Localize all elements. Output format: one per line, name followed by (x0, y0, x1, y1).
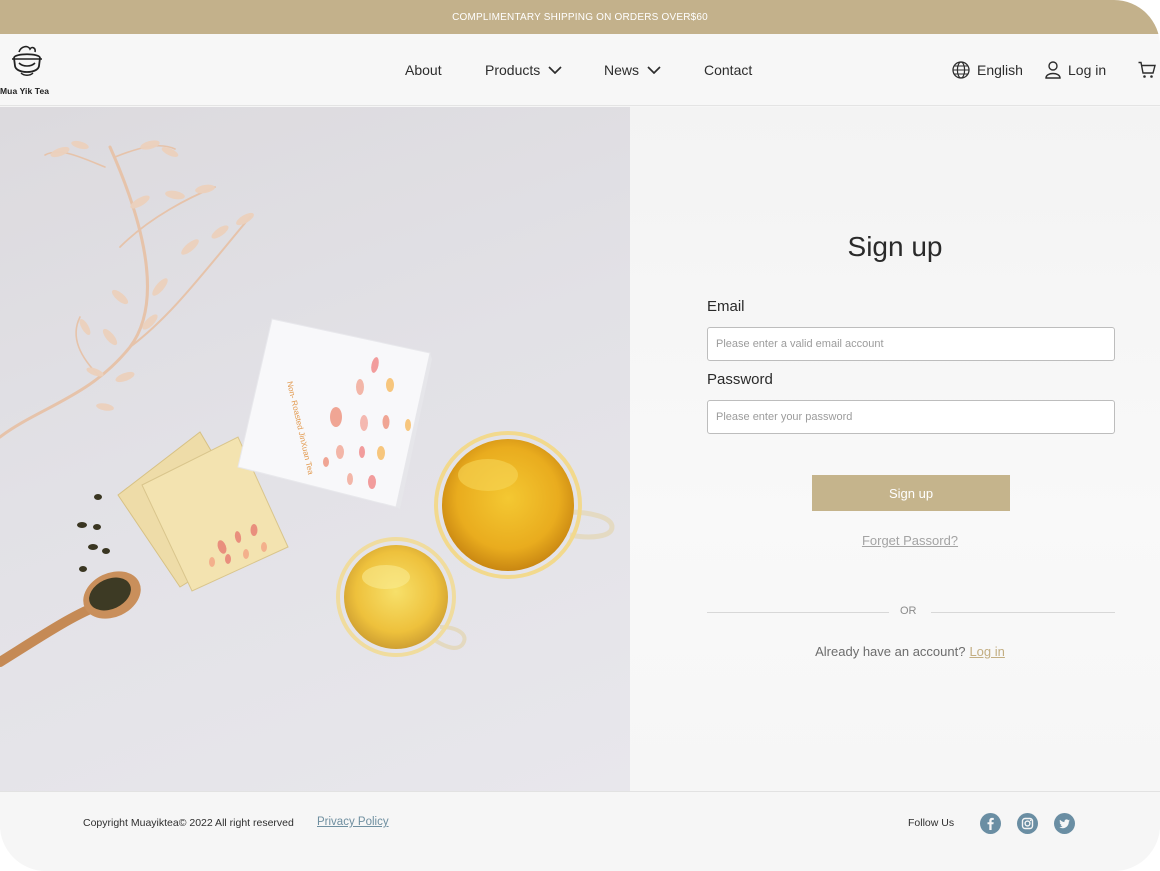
password-label: Password (707, 371, 773, 388)
divider-right (931, 612, 1115, 613)
user-icon (1045, 61, 1061, 79)
cart-button[interactable] (1138, 34, 1160, 106)
nav-products-label: Products (485, 62, 541, 78)
login-prompt: Already have an account? Log in (630, 644, 1160, 659)
forgot-password-link[interactable]: Forget Passord? (630, 533, 1160, 548)
branch-leaves (50, 140, 254, 411)
nav-contact-label: Contact (704, 62, 753, 78)
facebook-icon[interactable] (980, 813, 1001, 834)
nav-products[interactable]: Products (485, 34, 562, 106)
brand-logo[interactable]: Mua Yik Tea (0, 42, 60, 98)
login-label: Log in (1068, 62, 1107, 78)
site-footer: Copyright Muayiktea© 2022 All right rese… (0, 791, 1160, 871)
brand-name: Mua Yik Tea (0, 86, 50, 96)
login-link[interactable]: Log in (1045, 34, 1106, 106)
login-prompt-link[interactable]: Log in (969, 644, 1004, 659)
nav-about-label: About (405, 62, 442, 78)
cart-icon (1138, 61, 1156, 78)
announcement-bar: COMPLIMENTARY SHIPPING ON ORDERS OVER$60 (0, 0, 1160, 34)
announcement-text: COMPLIMENTARY SHIPPING ON ORDERS OVER$60 (452, 11, 708, 23)
nav-news-label: News (604, 62, 640, 78)
chevron-down-icon (548, 66, 562, 74)
tea-box: Non- Roasted JinXuan Tea (237, 318, 432, 509)
hero-image: Non- Roasted JinXuan Tea (0, 107, 630, 791)
divider-left (707, 612, 889, 613)
follow-us-label: Follow Us (908, 817, 955, 829)
login-prompt-text: Already have an account? (815, 644, 966, 659)
chevron-down-icon (647, 66, 661, 74)
instagram-icon[interactable] (1017, 813, 1038, 834)
signup-panel: Sign up Email Password Sign up Forget Pa… (630, 107, 1160, 791)
page-title: Sign up (847, 231, 943, 262)
nav-contact[interactable]: Contact (704, 34, 752, 106)
password-field[interactable] (707, 400, 1115, 434)
privacy-policy-link[interactable]: Privacy Policy (317, 816, 389, 828)
language-label: English (977, 62, 1023, 78)
large-tea-cup (434, 431, 615, 579)
twitter-icon[interactable] (1054, 813, 1075, 834)
teacup-logo-icon (12, 45, 42, 76)
nav-news[interactable]: News (604, 34, 661, 106)
email-field[interactable] (707, 327, 1115, 361)
page: COMPLIMENTARY SHIPPING ON ORDERS OVER$60… (0, 0, 1160, 871)
globe-icon (952, 61, 970, 79)
signup-button[interactable]: Sign up (812, 475, 1010, 511)
loose-tea-leaves (77, 494, 110, 572)
copyright-text: Copyright Muayiktea© 2022 All right rese… (83, 817, 294, 829)
language-selector[interactable]: English (952, 34, 1023, 106)
divider-label: OR (900, 605, 917, 617)
site-header: Mua Yik Tea About Products News Contact (0, 34, 1160, 106)
tea-product-photo: Non- Roasted JinXuan Tea (0, 140, 615, 667)
wooden-spoon (0, 571, 141, 667)
nav-about[interactable]: About (405, 34, 442, 106)
email-label: Email (707, 298, 745, 315)
small-tea-cup (336, 537, 467, 657)
